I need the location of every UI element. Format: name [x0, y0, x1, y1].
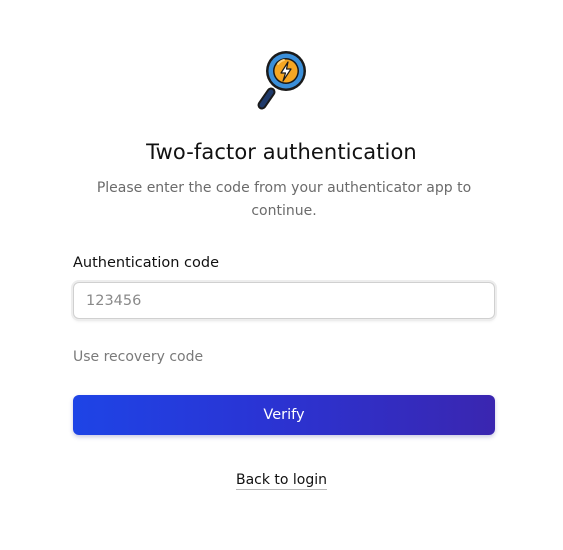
app-logo [254, 49, 314, 113]
back-to-login-container: Back to login [0, 472, 563, 490]
page-title: Two-factor authentication [146, 140, 417, 164]
magnifier-lightning-icon [257, 51, 306, 110]
authentication-code-input[interactable] [73, 282, 495, 319]
verify-button[interactable]: Verify [73, 395, 495, 435]
use-recovery-code-link[interactable]: Use recovery code [73, 349, 203, 365]
authentication-code-label: Authentication code [73, 255, 220, 271]
back-to-login-link[interactable]: Back to login [235, 472, 328, 490]
page-subtitle: Please enter the code from your authenti… [96, 180, 472, 219]
